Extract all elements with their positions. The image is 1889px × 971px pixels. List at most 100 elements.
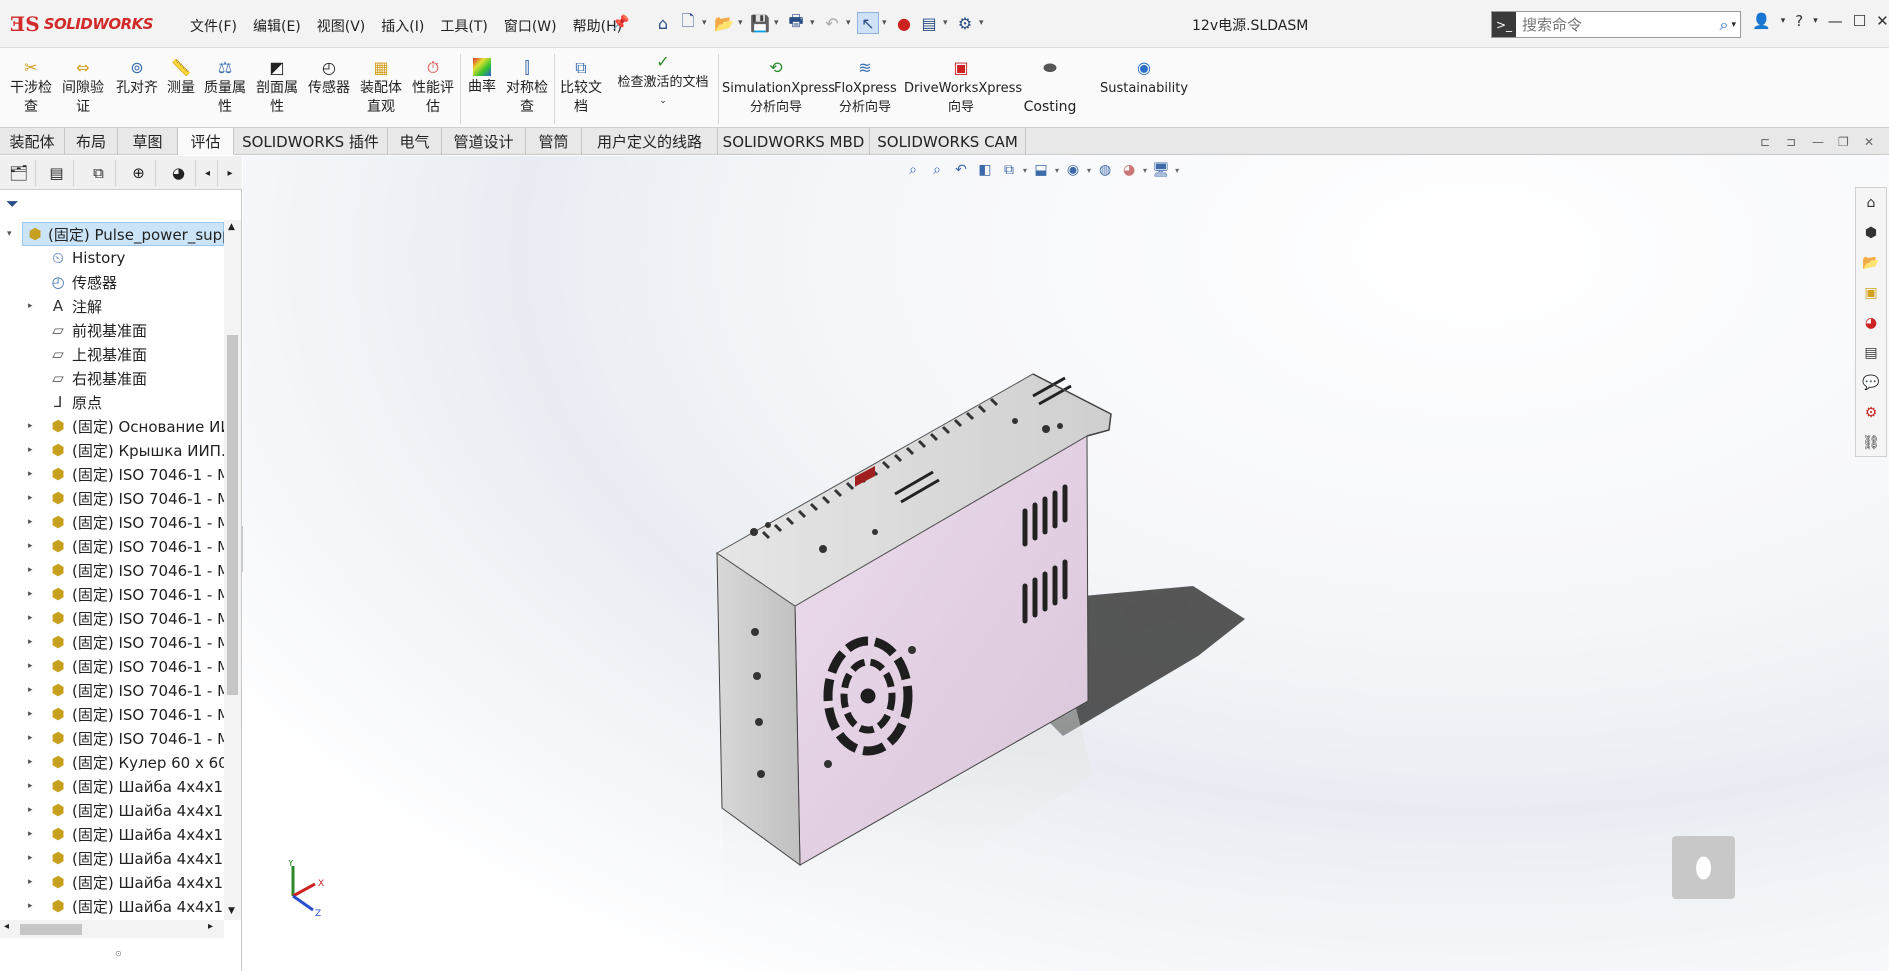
expand-arrow-icon[interactable]: ▸ xyxy=(28,469,33,479)
forum-icon[interactable]: 💬 xyxy=(1856,368,1886,398)
custom-properties-icon[interactable]: ▤ xyxy=(1856,338,1886,368)
driveworksxpress-button[interactable]: ▣ DriveWorksXpress 向导 xyxy=(904,56,1022,117)
check-dropdown-icon[interactable]: ⌄ xyxy=(659,92,667,111)
doc-minimize-icon[interactable]: — xyxy=(1812,135,1824,149)
menu-window[interactable]: 窗口(W) xyxy=(496,14,565,38)
new-dropdown-icon[interactable]: ▾ xyxy=(702,18,710,28)
expand-arrow-icon[interactable]: ▸ xyxy=(28,493,33,503)
new-icon[interactable]: 🗋 xyxy=(677,11,699,34)
tree-item[interactable]: ▸ ⬢ (固定) ISO 7046-1 - M xyxy=(0,726,224,750)
tree-item[interactable]: ▱ 上视基准面 xyxy=(0,342,224,366)
expand-arrow-icon[interactable]: ▸ xyxy=(28,421,33,431)
help-dropdown-icon[interactable]: ▾ xyxy=(1813,16,1818,26)
options-dropdown-icon[interactable]: ▾ xyxy=(979,18,987,28)
feature-tree-tab-icon[interactable]: 🗂 xyxy=(2,160,36,186)
tree-vertical-scrollbar[interactable]: ▲ ▼ xyxy=(224,220,241,920)
file-explorer-icon[interactable]: 📂 xyxy=(1856,248,1886,278)
tab-solidworks-addins[interactable]: SOLIDWORKS 插件 xyxy=(234,128,388,155)
solidworks-logo[interactable]: ƎS SOLIDWORKS xyxy=(10,9,154,39)
pane-resize-grip-icon[interactable]: ⊙ xyxy=(115,949,122,958)
expand-arrow-icon[interactable]: ▸ xyxy=(28,517,33,527)
tree-item[interactable]: ▸ ⬢ (固定) Шайба 4x4x1.3 xyxy=(0,894,224,918)
tree-item[interactable]: ▸ ⬢ (固定) Шайба 4x4x1.3 xyxy=(0,870,224,894)
tree-item[interactable]: ⅃ 原点 xyxy=(0,390,224,414)
properties-dropdown-icon[interactable]: ▾ xyxy=(943,18,951,28)
doc-restore-icon[interactable]: ❐ xyxy=(1838,135,1849,149)
expand-arrow-icon[interactable]: ▸ xyxy=(28,757,33,767)
tree-item[interactable]: ▸ ⬢ (固定) Шайба 4x4x1.3 xyxy=(0,774,224,798)
tree-item[interactable]: ◴ 传感器 xyxy=(0,270,224,294)
tree-item[interactable]: ▱ 右视基准面 xyxy=(0,366,224,390)
performance-evaluation-button[interactable]: ⏱ 性能评估 xyxy=(410,56,456,117)
tree-item[interactable]: ⏲ History xyxy=(0,246,224,270)
doc-close-icon[interactable]: ✕ xyxy=(1864,135,1874,149)
sensor-button[interactable]: ◴ 传感器 xyxy=(306,56,352,98)
tree-item[interactable]: ▸ ⬢ (固定) ISO 7046-1 - M xyxy=(0,534,224,558)
expand-arrow-icon[interactable]: ▸ xyxy=(28,853,33,863)
select-dropdown-icon[interactable]: ▾ xyxy=(882,18,890,28)
tree-item[interactable]: ▸ ⬢ (固定) ISO 7046-1 - M xyxy=(0,606,224,630)
search-dropdown-icon[interactable]: ▾ xyxy=(1731,20,1740,30)
tree-item[interactable]: ▸ ⬢ (固定) Кулер 60 x 60. xyxy=(0,750,224,774)
open-icon[interactable]: 📂 xyxy=(713,12,735,34)
tab-assembly[interactable]: 装配体 xyxy=(0,128,65,155)
scroll-right-icon[interactable]: ▸ xyxy=(208,921,213,932)
print-dropdown-icon[interactable]: ▾ xyxy=(810,18,818,28)
minimize-icon[interactable]: — xyxy=(1828,12,1843,30)
expand-arrow-icon[interactable]: ▸ xyxy=(28,733,33,743)
measure-button[interactable]: 📏 测量 xyxy=(164,56,198,98)
mass-properties-button[interactable]: ⚖ 质量属性 xyxy=(202,56,248,117)
save-icon[interactable]: 💾 xyxy=(749,12,771,34)
tree-item[interactable]: ▸ ⬢ (固定) ISO 7046-1 - M xyxy=(0,678,224,702)
expand-panel-icon[interactable]: ⊐ xyxy=(1786,135,1796,149)
tree-item[interactable]: ▸ A 注解 xyxy=(0,294,224,318)
expand-arrow-icon[interactable]: ▸ xyxy=(28,565,33,575)
file-properties-icon[interactable]: ▤ xyxy=(918,12,940,34)
scroll-thumb-horizontal[interactable] xyxy=(20,924,82,935)
user-icon[interactable]: 👤 xyxy=(1752,12,1771,30)
collapse-arrow-icon[interactable]: ▾ xyxy=(7,229,12,239)
home-icon[interactable]: ⌂ xyxy=(652,12,674,34)
scroll-left-icon[interactable]: ◂ xyxy=(4,921,9,932)
user-dropdown-icon[interactable]: ▾ xyxy=(1781,16,1786,26)
expand-arrow-icon[interactable]: ▸ xyxy=(28,901,33,911)
tree-horizontal-scrollbar[interactable]: ◂ ▸ xyxy=(0,920,224,938)
routing-library-icon[interactable]: ⛓ xyxy=(1856,428,1886,458)
close-icon[interactable]: ✕ xyxy=(1876,12,1889,30)
solidworks-addins-icon[interactable]: ⚙ xyxy=(1856,398,1886,428)
tab-evaluate[interactable]: 评估 xyxy=(178,128,234,155)
expand-arrow-icon[interactable]: ▸ xyxy=(28,613,33,623)
scroll-up-icon[interactable]: ▲ xyxy=(228,222,235,232)
tab-solidworks-cam[interactable]: SOLIDWORKS CAM xyxy=(870,128,1026,155)
undo-icon[interactable]: ↶ xyxy=(821,12,843,34)
menu-tools[interactable]: 工具(T) xyxy=(432,14,495,38)
floating-action-button[interactable]: ⬮ xyxy=(1672,836,1735,899)
expand-arrow-icon[interactable]: ▸ xyxy=(28,685,33,695)
tab-layout[interactable]: 布局 xyxy=(65,128,118,155)
expand-arrow-icon[interactable]: ▸ xyxy=(28,301,33,311)
scroll-tabs-right-icon[interactable]: ▸ xyxy=(220,160,240,186)
expand-arrow-icon[interactable]: ▸ xyxy=(28,541,33,551)
simulationxpress-button[interactable]: ⟲ SimulationXpress 分析向导 xyxy=(722,56,835,117)
maximize-icon[interactable]: ☐ xyxy=(1853,12,1866,30)
tab-user-routing[interactable]: 用户定义的线路 xyxy=(582,128,718,155)
filter-icon[interactable]: ⏷ xyxy=(6,194,19,214)
expand-arrow-icon[interactable]: ▸ xyxy=(28,445,33,455)
search-input[interactable] xyxy=(1516,13,1717,36)
appearances-icon[interactable]: ◕ xyxy=(1856,308,1886,338)
expand-arrow-icon[interactable]: ▸ xyxy=(28,877,33,887)
solidworks-resources-icon[interactable]: ⌂ xyxy=(1856,188,1886,218)
menu-view[interactable]: 视图(V) xyxy=(309,14,374,38)
tab-electrical[interactable]: 电气 xyxy=(388,128,442,155)
tree-item[interactable]: ▸ ⬢ (固定) Шайба 4x4x1.3 xyxy=(0,798,224,822)
power-supply-model[interactable] xyxy=(243,156,1889,971)
tree-item[interactable]: ▸ ⬢ (固定) ISO 7046-1 - M xyxy=(0,702,224,726)
rebuild-icon[interactable]: ● xyxy=(893,12,915,34)
open-dropdown-icon[interactable]: ▾ xyxy=(738,18,746,28)
tree-item[interactable]: ▸ ⬢ (固定) Шайба 4x4x1.3 xyxy=(0,822,224,846)
search-icon[interactable]: ⌕ xyxy=(1717,15,1732,35)
tab-solidworks-mbd[interactable]: SOLIDWORKS MBD xyxy=(718,128,870,155)
assembly-visualization-button[interactable]: ▦ 装配体直观 xyxy=(358,56,404,117)
tab-sketch[interactable]: 草图 xyxy=(118,128,178,155)
menu-file[interactable]: 文件(F) xyxy=(182,14,245,38)
